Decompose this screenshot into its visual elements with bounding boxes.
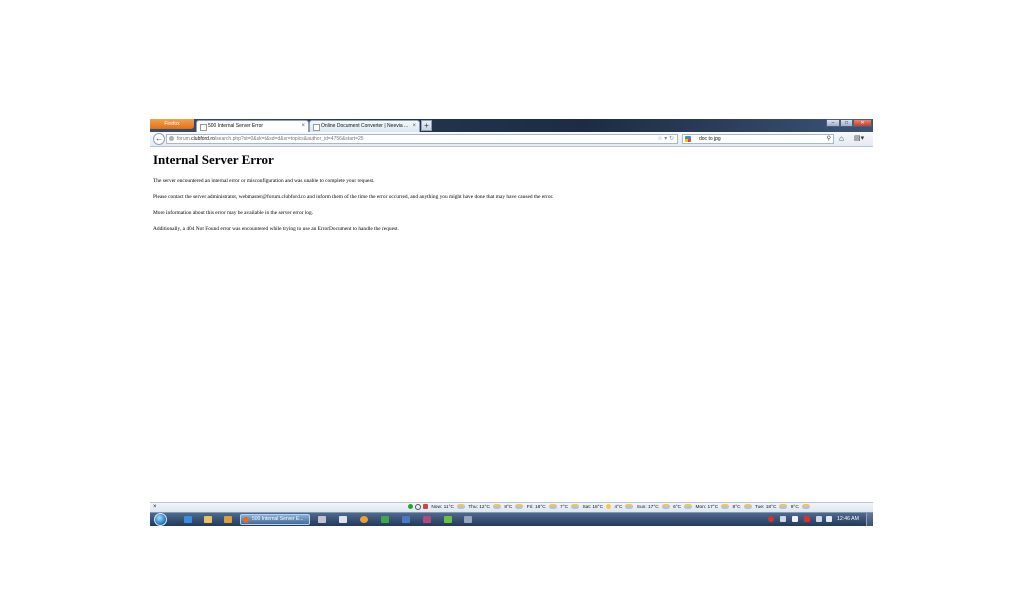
weather-icon [515, 504, 524, 510]
bookmarks-icon[interactable]: ▤▾ [854, 134, 864, 143]
tab-online-document-converter[interactable]: Online Document Converter | Neevia ... × [309, 120, 420, 132]
tab-strip: Firefox 500 Internal Server Error × Onli… [150, 119, 873, 132]
weather-forecast[interactable]: Now: 11°C Thu: 12°C 8°C Fri: 18°C 7°C Sa… [408, 503, 812, 512]
log-paragraph: More information about this error may be… [153, 210, 314, 216]
calendar-icon[interactable] [423, 504, 428, 510]
network-icon[interactable] [816, 516, 822, 522]
app-icon[interactable] [423, 516, 431, 523]
addon-bar: × Now: 11°C Thu: 12°C 8°C Fri: 18°C 7°C … [150, 502, 873, 512]
page-icon [313, 124, 320, 131]
weather-item: Thu: 12°C [468, 503, 501, 512]
app-icon[interactable] [318, 516, 326, 523]
page-content: Internal Server Error The server encount… [150, 147, 873, 502]
close-tab-icon[interactable]: × [301, 121, 305, 132]
tab-label: Online Document Converter | Neevia ... [321, 123, 409, 129]
clock[interactable]: 12:46 AM [837, 513, 859, 526]
action-center-flag-icon[interactable] [792, 516, 798, 522]
app-icon[interactable] [360, 516, 368, 523]
excel-icon[interactable] [381, 516, 389, 523]
weather-item: Now: 11°C [431, 503, 465, 512]
close-tab-icon[interactable]: × [412, 121, 416, 132]
weather-item: Mon: 17°C [695, 503, 730, 512]
app-icon[interactable] [444, 516, 452, 523]
weather-item: 8°C [504, 503, 524, 512]
weather-item: Sat: 18°C [582, 503, 612, 512]
show-desktop-button[interactable] [866, 513, 873, 526]
screenshot: Firefox 500 Internal Server Error × Onli… [150, 119, 873, 526]
site-identity-icon[interactable] [169, 136, 174, 141]
file-explorer-icon[interactable] [204, 516, 212, 523]
internet-explorer-icon[interactable] [184, 516, 192, 523]
back-arrow-icon[interactable]: ← [153, 133, 165, 145]
taskbar-window-label: 500 Internal Server E... [252, 516, 304, 522]
weather-icon [456, 504, 465, 510]
tab-internal-server-error[interactable]: 500 Internal Server Error × [196, 120, 309, 132]
magnifier-icon[interactable]: ⚲ [827, 135, 831, 143]
close-window-button[interactable]: ✕ [853, 119, 872, 127]
weather-item: 9°C [791, 503, 810, 512]
weather-item: 6°C [673, 503, 693, 512]
antivirus-icon[interactable] [768, 516, 774, 522]
weather-icon [779, 504, 788, 510]
google-engine-icon[interactable] [685, 136, 691, 142]
navigation-bar: ← forum.clubford.ro/search.php?st=0&sk=t… [150, 132, 873, 147]
weather-item: 8°C [733, 503, 752, 512]
taskbar-firefox-window[interactable]: 500 Internal Server E... [240, 514, 310, 525]
contact-paragraph: Please contact the server administrator,… [153, 194, 554, 200]
weather-icon [721, 504, 730, 510]
weather-icon [548, 504, 557, 510]
start-button[interactable] [154, 513, 167, 526]
close-addon-bar-icon[interactable]: × [153, 503, 157, 512]
bookmark-star-icon[interactable]: ☆ ▾ ↻ [657, 135, 674, 143]
status-green-icon[interactable] [408, 504, 413, 510]
weather-icon [606, 504, 612, 510]
media-player-icon[interactable] [224, 516, 232, 523]
weather-icon [661, 504, 670, 510]
page-title: Internal Server Error [153, 152, 274, 167]
weather-icon [684, 504, 693, 510]
search-bar[interactable]: doc to jpg ⚲ [682, 134, 834, 144]
url-text: forum.clubford.ro/search.php?st=0&sk=t&s… [177, 136, 364, 142]
weather-item: Tue: 18°C [755, 503, 788, 512]
firefox-menu-button[interactable]: Firefox [150, 119, 194, 129]
tray-icon[interactable] [780, 516, 786, 522]
notepad-icon[interactable] [339, 516, 347, 523]
page-icon [200, 124, 207, 131]
weather-icon [801, 504, 810, 510]
additional-error-paragraph: Additionally, a 404 Not Found error was … [153, 226, 399, 232]
weather-item: Fri: 18°C [527, 503, 557, 512]
windows-taskbar: 500 Internal Server E... 12:46 AM [150, 512, 873, 526]
search-input[interactable]: doc to jpg [699, 135, 721, 143]
maximize-button[interactable]: □ [840, 119, 853, 127]
tray-icon[interactable] [804, 516, 810, 522]
weather-item: 4°C [614, 503, 634, 512]
weather-item: 7°C [560, 503, 580, 512]
weather-icon [625, 504, 634, 510]
minimize-button[interactable]: – [826, 119, 840, 127]
new-tab-button[interactable]: + [421, 120, 432, 131]
tab-label: 500 Internal Server Error [208, 123, 264, 129]
weather-icon [492, 504, 501, 510]
home-icon[interactable]: ⌂ [839, 134, 844, 143]
weather-item: Sun: 17°C [637, 503, 670, 512]
volume-icon[interactable] [826, 516, 832, 522]
firefox-icon [243, 517, 249, 523]
app-icon[interactable] [464, 516, 472, 523]
weather-icon [571, 504, 580, 510]
app-icon[interactable] [402, 516, 410, 523]
address-bar[interactable]: forum.clubford.ro/search.php?st=0&sk=t&s… [166, 134, 678, 144]
error-paragraph: The server encountered an internal error… [153, 178, 375, 184]
weather-icon [743, 504, 752, 510]
clock-icon[interactable] [415, 503, 421, 510]
